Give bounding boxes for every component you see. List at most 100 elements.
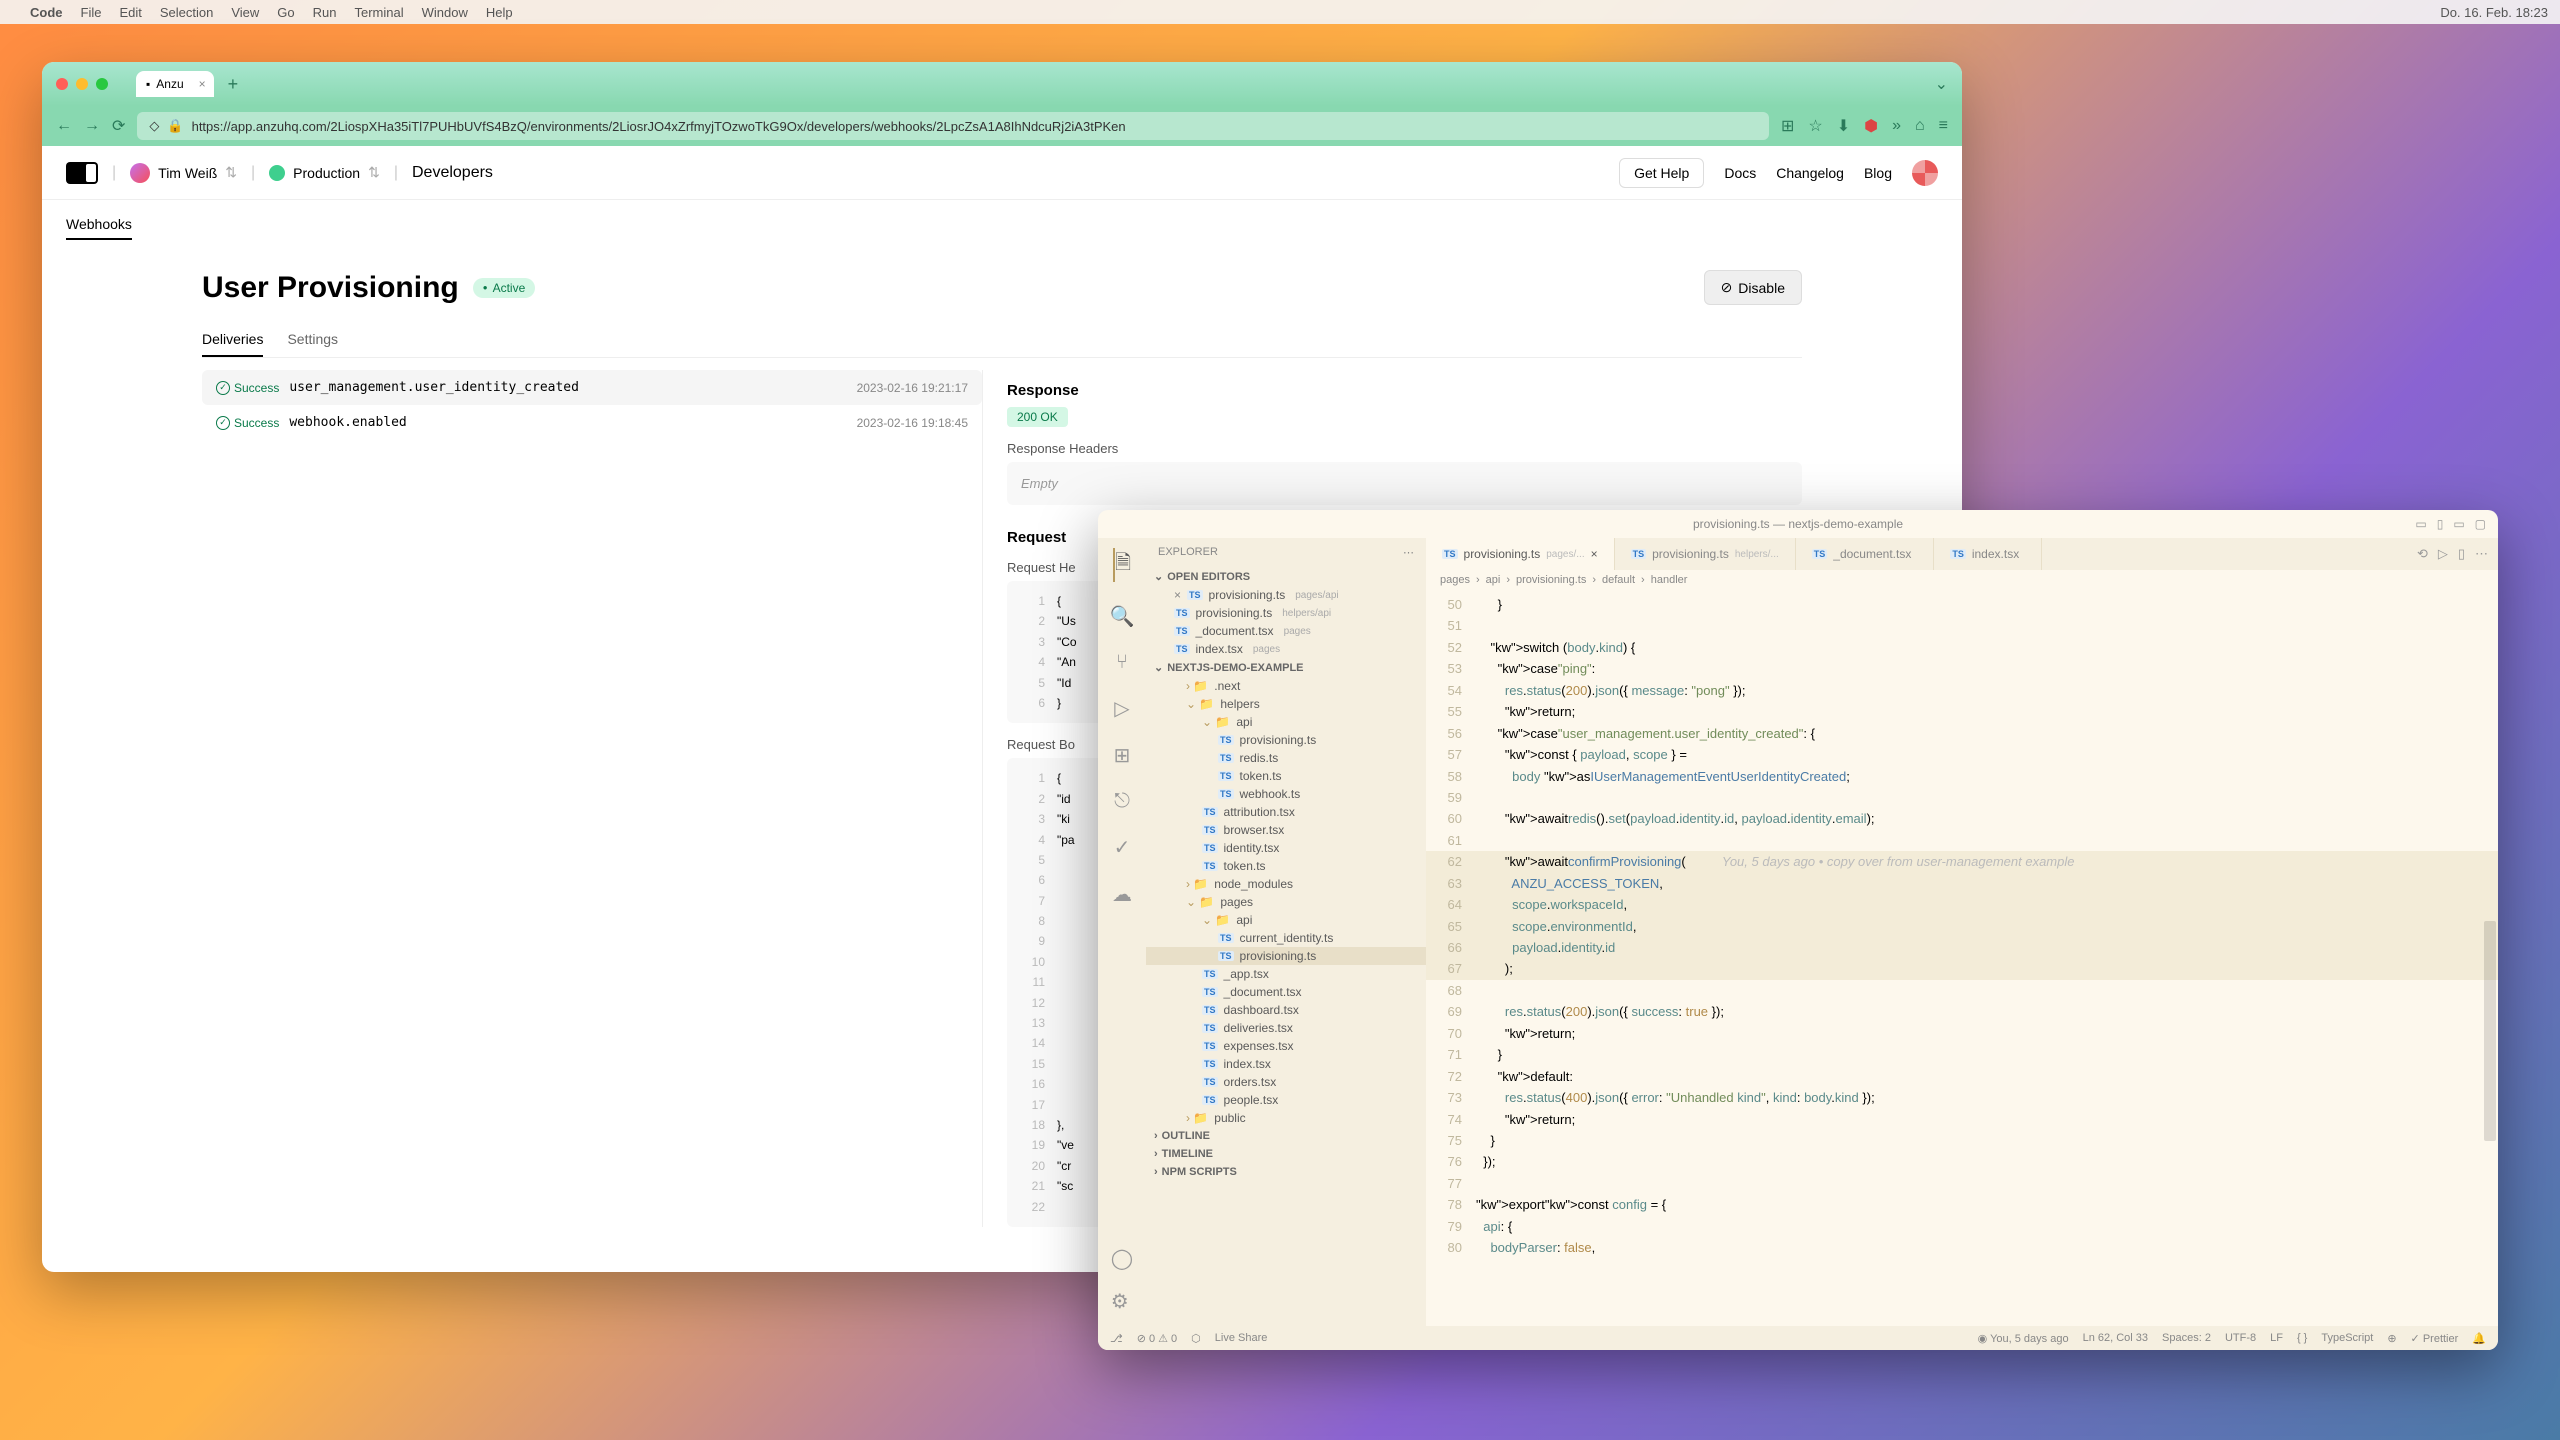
menu-file[interactable]: File (81, 5, 102, 20)
menu-edit[interactable]: Edit (119, 5, 141, 20)
tree-item[interactable]: TS provisioning.ts (1146, 731, 1426, 749)
forward-button[interactable]: → (84, 117, 100, 135)
new-tab-button[interactable]: + (228, 74, 239, 95)
env-selector[interactable]: Production ⇅ (269, 164, 380, 181)
tree-item[interactable]: › 📁 public (1146, 1109, 1426, 1127)
open-editor-item[interactable]: × TS provisioning.ts pages/api (1146, 586, 1426, 604)
tree-item[interactable]: TS webhook.ts (1146, 785, 1426, 803)
tab-settings[interactable]: Settings (287, 323, 338, 357)
tree-item[interactable]: TS identity.tsx (1146, 839, 1426, 857)
code-line[interactable]: 71 } (1426, 1044, 2498, 1065)
tabs-dropdown-icon[interactable]: ⌄ (1935, 74, 1948, 94)
tree-item[interactable]: TS current_identity.ts (1146, 929, 1426, 947)
code-line[interactable]: 69 res.status(200).json({ success: true … (1426, 1001, 2498, 1022)
testing-icon[interactable]: ✓ (1114, 835, 1131, 860)
eol[interactable]: LF (2270, 1332, 2283, 1344)
extensions-icon[interactable]: ⊞ (1114, 743, 1131, 768)
encoding[interactable]: UTF-8 (2225, 1332, 2256, 1344)
traffic-lights[interactable] (56, 78, 108, 90)
tree-item[interactable]: TS redis.ts (1146, 749, 1426, 767)
link-blog[interactable]: Blog (1864, 165, 1892, 181)
open-editor-item[interactable]: TS provisioning.ts helpers/api (1146, 604, 1426, 622)
code-line[interactable]: 68 (1426, 980, 2498, 1001)
cloud-icon[interactable]: ☁ (1112, 882, 1132, 907)
tree-item[interactable]: › 📁 .next (1146, 677, 1426, 695)
menu-window[interactable]: Window (422, 5, 468, 20)
feedback-icon[interactable]: ⊕ (2387, 1332, 2396, 1345)
code-line[interactable]: 57 "kw">const { payload, scope } = (1426, 744, 2498, 765)
tab-deliveries[interactable]: Deliveries (202, 323, 263, 357)
tree-item[interactable]: TS token.ts (1146, 767, 1426, 785)
cursor-pos[interactable]: Ln 62, Col 33 (2083, 1332, 2148, 1344)
editor-tab[interactable]: TS _document.tsx (1796, 538, 1935, 570)
open-editor-item[interactable]: TS index.tsx pages (1146, 640, 1426, 658)
tree-item[interactable]: TS token.ts (1146, 857, 1426, 875)
code-line[interactable]: 77 (1426, 1173, 2498, 1194)
reload-button[interactable]: ⟳ (112, 116, 125, 136)
tree-item[interactable]: TS expenses.tsx (1146, 1037, 1426, 1055)
tree-item[interactable]: › 📁 node_modules (1146, 875, 1426, 893)
delivery-row[interactable]: Success webhook.enabled 2023-02-16 19:18… (202, 405, 982, 440)
gear-icon[interactable]: ⚙ (1111, 1289, 1133, 1314)
menu-view[interactable]: View (231, 5, 259, 20)
star-icon[interactable]: ☆ (1808, 116, 1822, 136)
source-control-icon[interactable]: ⑂ (1116, 651, 1128, 674)
user-selector[interactable]: Tim Weiß ⇅ (130, 163, 237, 183)
adblock-icon[interactable]: ⬢ (1864, 116, 1878, 136)
code-line[interactable]: 54 res.status(200).json({ message: "pong… (1426, 680, 2498, 701)
live-share[interactable]: Live Share (1215, 1332, 1268, 1344)
editor-tab[interactable]: TS index.tsx (1934, 538, 2042, 570)
menubar-clock[interactable]: Do. 16. Feb. 18:23 (2440, 5, 2548, 20)
blame-status[interactable]: ◉ You, 5 days ago (1978, 1332, 2069, 1345)
app-logo[interactable] (66, 162, 98, 184)
tree-item[interactable]: TS index.tsx (1146, 1055, 1426, 1073)
spaces[interactable]: Spaces: 2 (2162, 1332, 2211, 1344)
delivery-row[interactable]: Success user_management.user_identity_cr… (202, 370, 982, 405)
code-line[interactable]: 75 } (1426, 1130, 2498, 1151)
tree-item[interactable]: TS _app.tsx (1146, 965, 1426, 983)
tree-item[interactable]: TS deliveries.tsx (1146, 1019, 1426, 1037)
code-line[interactable]: 55 "kw">return; (1426, 701, 2498, 722)
code-line[interactable]: 52 "kw">switch (body.kind) { (1426, 637, 2498, 658)
url-input[interactable]: ◇ 🔒 https://app.anzuhq.com/2LiospXHa35iT… (137, 112, 1769, 140)
code-line[interactable]: 66 payload.identity.id (1426, 937, 2498, 958)
profile-avatar[interactable] (1912, 160, 1938, 186)
timeline-section[interactable]: ›TIMELINE (1146, 1145, 1426, 1163)
explorer-icon[interactable]: 🗎 (1113, 548, 1131, 582)
panel-icon[interactable]: ▯ (2437, 517, 2444, 531)
brackets-icon[interactable]: { } (2297, 1332, 2307, 1344)
scrollbar-thumb[interactable] (2484, 921, 2496, 1141)
link-changelog[interactable]: Changelog (1776, 165, 1844, 181)
code-line[interactable]: 72 "kw">default: (1426, 1066, 2498, 1087)
tree-item[interactable]: ⌄ 📁 helpers (1146, 695, 1426, 713)
code-line[interactable]: 58 body "kw">as IUserManagementEventUser… (1426, 766, 2498, 787)
webhooks-tab[interactable]: Webhooks (66, 210, 132, 240)
tree-item[interactable]: TS attribution.tsx (1146, 803, 1426, 821)
account-icon[interactable]: ◯ (1111, 1246, 1133, 1271)
more-icon[interactable]: ⋯ (1403, 546, 1414, 559)
browser-tab[interactable]: ▪ Anzu × (136, 71, 214, 97)
run-icon[interactable]: ▷ (2438, 546, 2448, 562)
menu-selection[interactable]: Selection (160, 5, 213, 20)
download-icon[interactable]: ⬇ (1837, 116, 1850, 136)
breadcrumb[interactable]: pages › api › provisioning.ts › default … (1426, 570, 2498, 590)
grid-icon[interactable]: ⊞ (1781, 116, 1794, 136)
editor-tab[interactable]: TS provisioning.ts helpers/... (1615, 538, 1796, 570)
problems[interactable]: ⊘ 0 ⚠ 0 (1137, 1332, 1177, 1345)
open-editor-item[interactable]: TS _document.tsx pages (1146, 622, 1426, 640)
editor-tab[interactable]: TS provisioning.ts pages/... × (1426, 538, 1615, 570)
diff-icon[interactable]: ⟲ (2417, 546, 2428, 562)
code-line[interactable]: 61 (1426, 830, 2498, 851)
tree-item[interactable]: TS _document.tsx (1146, 983, 1426, 1001)
tree-item[interactable]: ⌄ 📁 api (1146, 713, 1426, 731)
close-icon[interactable]: × (1591, 547, 1598, 561)
code-editor[interactable]: 50 }5152 "kw">switch (body.kind) {53 "kw… (1426, 590, 2498, 1326)
code-line[interactable]: 51 (1426, 615, 2498, 636)
code-line[interactable]: 60 "kw">await redis().set(payload.identi… (1426, 808, 2498, 829)
panel-icon[interactable]: ▭ (2415, 517, 2426, 531)
menu-terminal[interactable]: Terminal (355, 5, 404, 20)
link-docs[interactable]: Docs (1724, 165, 1756, 181)
code-line[interactable]: 50 } (1426, 594, 2498, 615)
code-line[interactable]: 80 bodyParser: false, (1426, 1237, 2498, 1258)
menu-go[interactable]: Go (277, 5, 294, 20)
